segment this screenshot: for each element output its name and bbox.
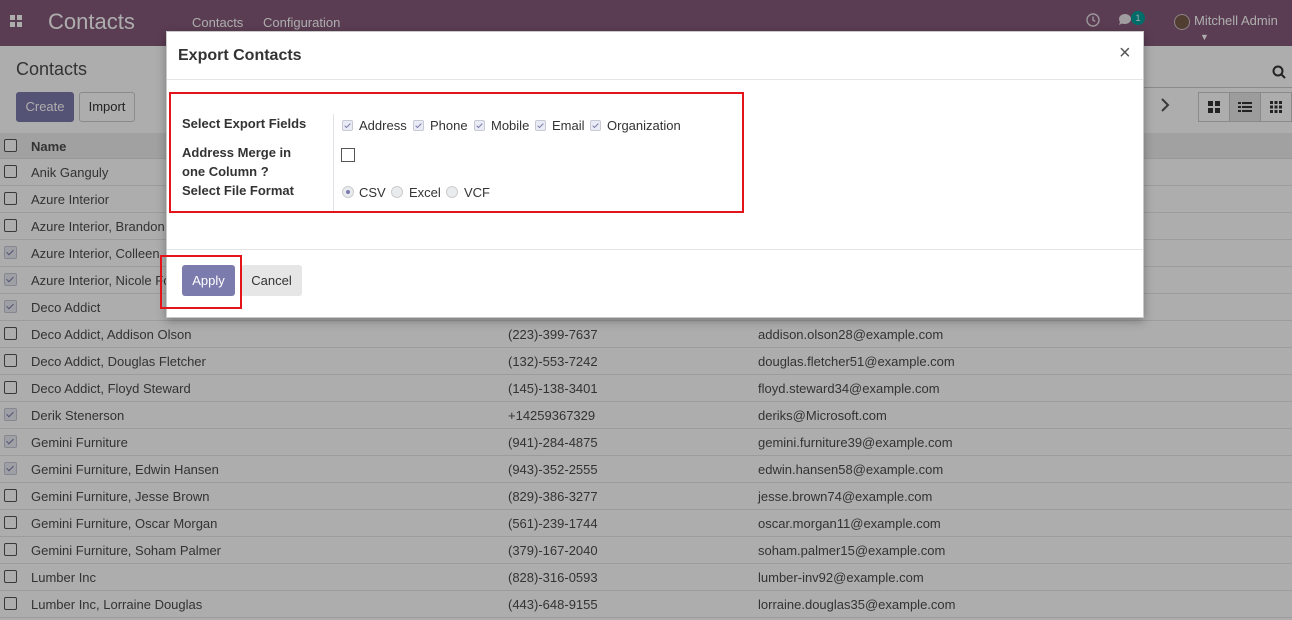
close-icon[interactable]: × (1119, 42, 1131, 65)
footer-divider (167, 249, 1143, 250)
form-highlight-box (169, 92, 744, 213)
cancel-button[interactable]: Cancel (241, 265, 302, 296)
apply-highlight-box (160, 255, 242, 309)
modal-title: Export Contacts (178, 47, 302, 64)
header-divider (167, 79, 1143, 80)
